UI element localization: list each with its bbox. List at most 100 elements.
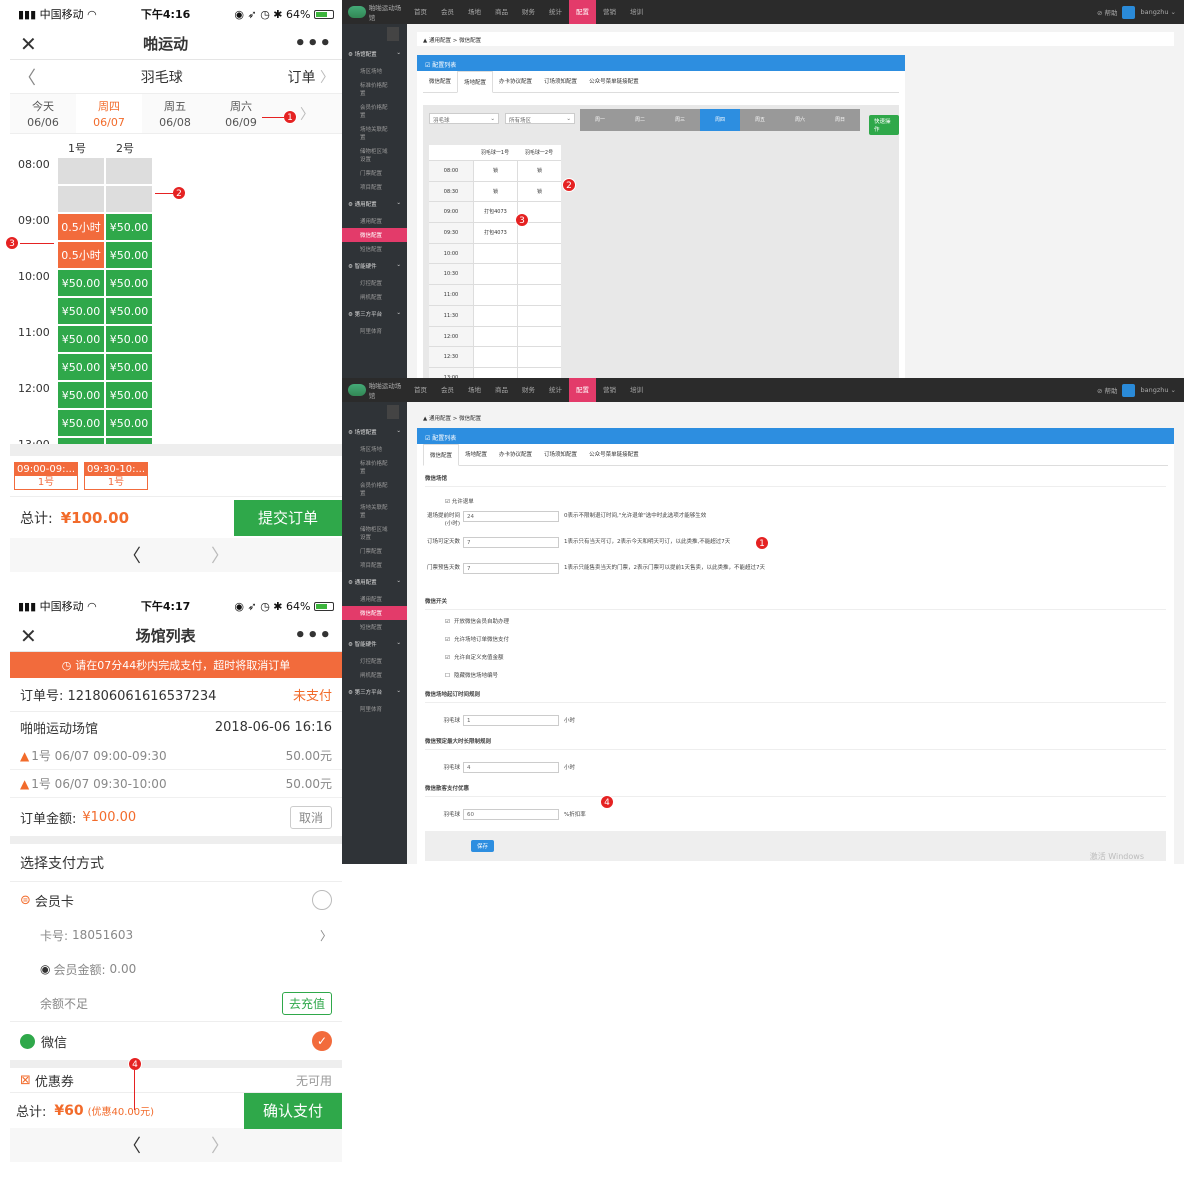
- recharge-button[interactable]: 去充值: [281, 992, 332, 1015]
- max-booking-input[interactable]: 4: [463, 761, 559, 773]
- top-nav-item[interactable]: 财务: [515, 378, 542, 402]
- court-slot[interactable]: [58, 158, 104, 184]
- table-cell[interactable]: [473, 367, 517, 378]
- top-nav-item[interactable]: 统计: [542, 0, 569, 24]
- table-cell[interactable]: [517, 347, 561, 367]
- top-nav-item[interactable]: 统计: [542, 378, 569, 402]
- sidebar-item[interactable]: 场地关联配置: [342, 500, 407, 522]
- book-days-input[interactable]: 7: [463, 537, 559, 548]
- table-cell[interactable]: [517, 285, 561, 305]
- weekday-tab[interactable]: 周五: [740, 109, 780, 131]
- sidebar-group[interactable]: ⚙ 第三方平台 ⌄: [342, 304, 407, 324]
- sidebar-item[interactable]: 标准价格配置: [342, 78, 407, 100]
- wechat-option[interactable]: 微信 ✓: [10, 1022, 342, 1068]
- confirm-pay-button[interactable]: 确认支付: [244, 1092, 342, 1129]
- switch-row[interactable]: ☐ 隐藏微信场地编号: [425, 664, 1166, 682]
- court-slot[interactable]: ¥50.00: [106, 410, 152, 436]
- weekday-tab[interactable]: 周日: [820, 109, 860, 131]
- orders-link[interactable]: 订单 〉: [288, 67, 334, 87]
- sidebar-item[interactable]: 短信配置: [342, 620, 407, 634]
- court-slot[interactable]: ¥50.00: [58, 438, 104, 444]
- checkbox-checked-icon[interactable]: ☑: [445, 655, 450, 661]
- checkbox-checked-icon[interactable]: ☑: [445, 499, 450, 505]
- sidebar-item[interactable]: 闸机配置: [342, 668, 407, 682]
- sidebar-item[interactable]: 灯控配置: [342, 654, 407, 668]
- config-tab[interactable]: 订场须知配置: [538, 71, 583, 92]
- card-number-row[interactable]: 卡号: 18051603 〉: [10, 918, 342, 952]
- table-cell[interactable]: [473, 305, 517, 326]
- coupon-row[interactable]: ⊠ 优惠券 无可用: [10, 1068, 342, 1092]
- court-slot[interactable]: ¥50.00: [106, 214, 152, 240]
- sidebar-item[interactable]: 门票配置: [342, 166, 407, 180]
- sidebar-item[interactable]: 项目配置: [342, 180, 407, 194]
- table-cell[interactable]: [517, 305, 561, 326]
- top-nav-item[interactable]: 配置: [569, 378, 596, 402]
- browser-forward-icon[interactable]: 〉: [211, 1132, 229, 1158]
- top-nav-item[interactable]: 会员: [434, 378, 461, 402]
- sidebar-item[interactable]: 场区场地: [342, 442, 407, 456]
- member-card-radio[interactable]: [312, 890, 332, 910]
- config-tab[interactable]: 场地配置: [459, 444, 493, 465]
- table-cell[interactable]: 锁: [473, 181, 517, 202]
- top-nav-item[interactable]: 首页: [407, 0, 434, 24]
- config-tab[interactable]: 场地配置: [457, 71, 494, 93]
- sidebar-group[interactable]: ⚙ 通用配置 ⌄: [342, 572, 407, 592]
- discount-input[interactable]: 60: [463, 808, 559, 820]
- top-nav-item[interactable]: 商品: [488, 0, 515, 24]
- court-slot[interactable]: ¥50.00: [106, 438, 152, 444]
- selected-slot-chip[interactable]: 09:00-09:... 1号: [14, 462, 78, 490]
- court-slot[interactable]: ¥50.00: [58, 298, 104, 324]
- weekday-tab[interactable]: 周四: [700, 109, 740, 131]
- table-cell[interactable]: [473, 264, 517, 285]
- sidebar-item[interactable]: 储物柜区域设置: [342, 522, 407, 544]
- config-tab[interactable]: 公众号菜单链接配置: [583, 71, 645, 92]
- court-slot[interactable]: ¥50.00: [106, 326, 152, 352]
- sidebar-item[interactable]: 微信配置: [342, 606, 407, 620]
- config-tab[interactable]: 办卡协议配置: [493, 444, 538, 465]
- config-tab[interactable]: 办卡协议配置: [493, 71, 538, 92]
- sidebar-item[interactable]: 项目配置: [342, 558, 407, 572]
- table-cell[interactable]: 打包4073: [473, 223, 517, 243]
- weekday-tab[interactable]: 周一: [580, 109, 620, 131]
- court-slot[interactable]: 0.5小时: [58, 214, 104, 240]
- user-name[interactable]: bangzhu ⌄: [1140, 8, 1176, 16]
- sidebar-item[interactable]: 门票配置: [342, 544, 407, 558]
- top-nav-item[interactable]: 场地: [461, 0, 488, 24]
- more-icon[interactable]: •••: [294, 625, 332, 646]
- top-nav-item[interactable]: 财务: [515, 0, 542, 24]
- court-slot[interactable]: ¥50.00: [106, 242, 152, 268]
- sidebar-item[interactable]: 阿里体育: [342, 324, 407, 338]
- browser-back-icon[interactable]: 〈: [123, 542, 141, 568]
- sidebar-item[interactable]: 通用配置: [342, 592, 407, 606]
- table-cell[interactable]: [517, 264, 561, 285]
- court-slot[interactable]: ¥50.00: [58, 382, 104, 408]
- member-card-option[interactable]: ⊜ 会员卡: [10, 882, 342, 918]
- table-cell[interactable]: 锁: [517, 161, 561, 181]
- table-cell[interactable]: 锁: [473, 161, 517, 181]
- table-cell[interactable]: 锁: [517, 181, 561, 202]
- refund-time-input[interactable]: 24: [463, 511, 559, 522]
- court-slot[interactable]: ¥50.00: [58, 410, 104, 436]
- date-tab[interactable]: 周五 06/08: [142, 94, 208, 133]
- court-slot[interactable]: ¥50.00: [106, 270, 152, 296]
- court-slot[interactable]: ¥50.00: [106, 354, 152, 380]
- court-slot[interactable]: [106, 186, 152, 212]
- ticket-days-input[interactable]: 7: [463, 563, 559, 574]
- user-avatar[interactable]: [1122, 383, 1136, 397]
- browser-forward-icon[interactable]: 〉: [211, 542, 229, 568]
- top-nav-item[interactable]: 商品: [488, 378, 515, 402]
- sidebar-group[interactable]: ⚙ 智能硬件 ⌄: [342, 256, 407, 276]
- top-nav-item[interactable]: 营销: [596, 378, 623, 402]
- court-slot[interactable]: ¥50.00: [58, 354, 104, 380]
- table-cell[interactable]: [517, 367, 561, 378]
- sidebar-item[interactable]: 短信配置: [342, 242, 407, 256]
- table-cell[interactable]: [517, 243, 561, 264]
- checkbox-checked-icon[interactable]: ☑: [445, 637, 450, 643]
- sidebar-item[interactable]: 场地关联配置: [342, 122, 407, 144]
- min-booking-input[interactable]: 1: [463, 714, 559, 726]
- area-select[interactable]: 所有场区 ⌄: [505, 113, 575, 124]
- sidebar-item[interactable]: 微信配置: [342, 228, 407, 242]
- court-slot[interactable]: ¥50.00: [106, 298, 152, 324]
- switch-row[interactable]: ☑ 允许场地订单微信支付: [425, 628, 1166, 646]
- table-cell[interactable]: 打包4073: [473, 202, 517, 223]
